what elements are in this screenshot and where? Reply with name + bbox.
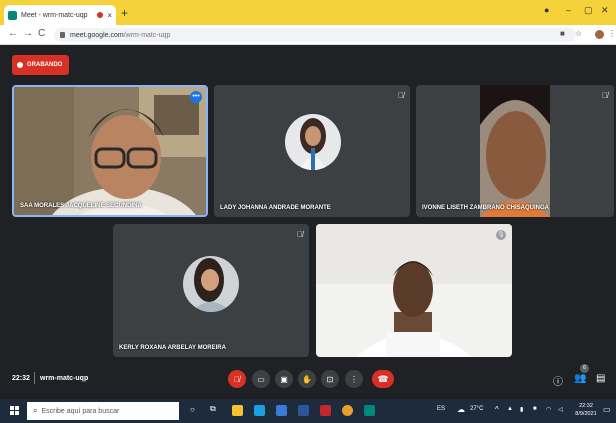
hand-icon: ✋ <box>302 374 312 384</box>
new-tab-button[interactable]: + <box>121 6 128 20</box>
people-icon[interactable]: 👥 <box>574 373 586 384</box>
captions-icon: ▭ <box>257 374 265 384</box>
app-tray-icon[interactable]: ■ <box>533 406 537 412</box>
weather-temp[interactable]: 27°C <box>470 406 483 412</box>
participant-tile-2[interactable]: 🎙̸ LADY JOHANNA ANDRADE MORANTE <box>214 85 410 217</box>
camera-permission-icon[interactable]: ■ <box>560 29 565 38</box>
windows-start-button[interactable] <box>10 406 19 415</box>
file-explorer-icon[interactable] <box>232 405 243 416</box>
maximize-button[interactable]: ▢ <box>584 5 593 16</box>
participant-name-3: IVONNE LISETH ZAMBRANO CHISAQUINGA <box>422 205 550 211</box>
notification-icon[interactable]: ▭ <box>603 405 611 414</box>
browser-tab-bar: Meet - wrm-matc-uqp × + ● – ▢ ✕ <box>0 0 616 25</box>
raise-hand-button[interactable]: ✋ <box>298 370 316 388</box>
mic-off-icon: 🎙̸ <box>234 374 240 384</box>
present-button[interactable]: ⊡ <box>321 370 339 388</box>
url-domain: meet.google.com <box>70 31 124 39</box>
weather-icon: ☁ <box>457 405 465 414</box>
clock-time: 22:32 <box>579 403 593 409</box>
tray-expand-icon[interactable]: ^ <box>495 405 499 414</box>
minimize-button[interactable]: – <box>566 5 571 15</box>
recording-badge: GRABANDO <box>12 55 69 75</box>
volume-icon[interactable]: ◁ <box>558 406 563 413</box>
leave-call-button[interactable]: ☎ <box>372 370 394 388</box>
participant-name-2: LADY JOHANNA ANDRADE MORANTE <box>220 205 331 211</box>
meeting-details-icon[interactable]: ⓘ <box>553 373 563 388</box>
windows-taskbar: ⌕ Escribe aquí para buscar ○ ⧉ ES ☁ 27°C… <box>0 399 616 423</box>
clock-date: 8/9/2021 <box>575 411 597 417</box>
mic-off-icon: 🎙̸ <box>602 91 608 100</box>
divider <box>34 372 35 384</box>
mic-toggle-button[interactable]: 🎙̸ <box>228 370 246 388</box>
back-icon[interactable]: ← <box>8 28 18 39</box>
hangup-icon: ☎ <box>377 373 389 384</box>
menu-icon[interactable]: ⋮ <box>608 29 616 38</box>
forward-icon[interactable]: → <box>23 28 33 39</box>
search-placeholder: Escribe aquí para buscar <box>41 407 120 415</box>
participant-video-1 <box>14 87 206 215</box>
participant-avatar-2 <box>285 114 341 170</box>
meeting-time: 22:32 <box>12 375 30 382</box>
participant-count-badge: 6 <box>580 364 589 373</box>
star-icon[interactable]: ☆ <box>575 29 582 38</box>
reload-icon[interactable]: C <box>38 28 45 39</box>
cortana-icon[interactable]: ○ <box>190 405 195 414</box>
mic-off-icon: 🎙̸ <box>398 91 404 100</box>
meet-favicon-icon <box>8 10 17 20</box>
tab-close-icon[interactable]: × <box>107 11 112 20</box>
participant-tile-5[interactable]: 🎙 <box>316 224 512 357</box>
network-icon[interactable]: ▲ <box>507 406 513 412</box>
recording-label: GRABANDO <box>27 62 63 68</box>
app-red-icon[interactable] <box>320 405 331 416</box>
tab-title: Meet - wrm-matc-uqp <box>21 11 88 19</box>
task-view-icon[interactable]: ⧉ <box>210 404 216 414</box>
mic-off-icon: 🎙̸ <box>297 230 303 239</box>
meet-app-icon[interactable] <box>364 405 375 416</box>
participant-tile-3[interactable]: 🎙̸ IVONNE LISETH ZAMBRANO CHISAQUINGA <box>416 85 614 217</box>
camera-icon: ▣ <box>280 374 288 384</box>
participant-name-1: SAA MORALES JACQUELINE SECUNDINA <box>20 203 142 209</box>
captions-button[interactable]: ▭ <box>252 370 270 388</box>
present-icon: ⊡ <box>326 374 334 384</box>
page: Meet - wrm-matc-uqp × + ● – ▢ ✕ ← → C me… <box>0 0 616 423</box>
close-window-button[interactable]: ✕ <box>601 5 609 16</box>
wifi-icon[interactable]: ◠ <box>546 406 551 413</box>
participant-video-3 <box>416 85 614 217</box>
battery-icon[interactable]: ▮ <box>520 406 523 413</box>
taskbar-clock[interactable]: 22:32 8/9/2021 <box>572 402 600 418</box>
url-input[interactable]: meet.google.com/wrm-matc-uqp <box>54 28 576 42</box>
more-options-button[interactable]: ⋮ <box>345 370 363 388</box>
browser-address-bar: ← → C meet.google.com/wrm-matc-uqp ■ ☆ ⋮ <box>0 25 616 45</box>
participant-name-4: KERLY ROXANA ARBELAY MOREIRA <box>119 345 226 351</box>
participant-tile-4[interactable]: 🎙̸ KERLY ROXANA ARBELAY MOREIRA <box>113 224 309 357</box>
taskbar-search-input[interactable]: ⌕ Escribe aquí para buscar <box>27 402 179 420</box>
more-icon: ⋮ <box>350 374 358 384</box>
browser-tab-meet[interactable]: Meet - wrm-matc-uqp × <box>4 5 116 25</box>
url-path: /wrm-matc-uqp <box>123 31 171 39</box>
url-text: meet.google.com/wrm-matc-uqp <box>70 32 170 39</box>
search-icon: ⌕ <box>33 406 38 415</box>
profile-icon[interactable] <box>595 30 604 39</box>
recording-indicator-icon <box>97 12 104 18</box>
language-indicator[interactable]: ES <box>437 406 445 412</box>
chrome-icon[interactable] <box>342 405 353 416</box>
speaking-indicator-icon: ••• <box>190 91 202 103</box>
participant-avatar-4 <box>183 256 239 312</box>
camera-toggle-button[interactable]: ▣ <box>275 370 293 388</box>
word-icon[interactable] <box>298 405 309 416</box>
participant-tile-1[interactable]: ••• SAA MORALES JACQUELINE SECUNDINA <box>12 85 208 217</box>
meeting-code: wrm-matc-uqp <box>40 375 89 382</box>
lock-icon <box>60 32 65 38</box>
store-icon[interactable] <box>276 405 287 416</box>
profile-dot-icon[interactable]: ● <box>544 5 549 15</box>
participant-video-5 <box>316 224 512 357</box>
mic-off-icon: 🎙 <box>496 230 506 240</box>
edge-icon[interactable] <box>254 405 265 416</box>
record-dot-icon <box>17 62 23 68</box>
chat-icon[interactable]: ▤ <box>596 373 605 384</box>
